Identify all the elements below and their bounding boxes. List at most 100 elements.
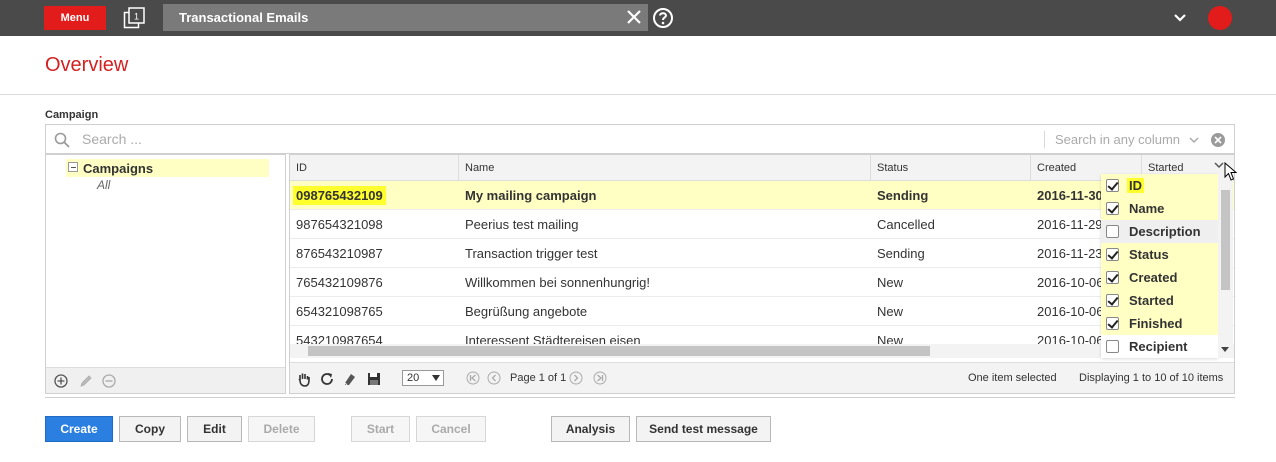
search-input[interactable] — [82, 129, 582, 149]
refresh-icon[interactable] — [319, 371, 335, 387]
column-option-label: Description — [1129, 224, 1201, 239]
collapse-icon[interactable] — [68, 162, 78, 172]
page-size-value: 20 — [407, 372, 420, 384]
page-title: Overview — [45, 54, 129, 76]
send-test-message-button[interactable]: Send test message — [636, 416, 771, 442]
campaign-tree: Campaigns All — [45, 154, 286, 394]
analysis-button[interactable]: Analysis — [551, 416, 630, 442]
mouse-cursor-icon — [1224, 162, 1238, 181]
divider — [1044, 131, 1045, 148]
column-option-name[interactable]: Name — [1101, 197, 1218, 220]
column-header-name[interactable]: Name — [459, 155, 871, 181]
checkbox[interactable] — [1106, 271, 1119, 284]
scrollbar-thumb[interactable] — [1221, 190, 1230, 290]
column-option-recipient[interactable]: Recipient — [1101, 335, 1218, 358]
column-chooser-menu: ID Name Description Status Created Start… — [1101, 174, 1218, 358]
column-option-label: Status — [1129, 247, 1169, 262]
column-option-label: Created — [1129, 270, 1178, 285]
campaign-grid: ID Name Status Created Started 098765432… — [289, 154, 1235, 394]
cell-name: Begrüßung angebote — [465, 304, 588, 319]
checkbox[interactable] — [1106, 248, 1119, 261]
copy-button[interactable]: Copy — [119, 416, 181, 442]
column-option-label: ID — [1127, 178, 1144, 193]
selection-status: One item selected — [968, 372, 1057, 384]
column-option-label: Recipient — [1129, 339, 1188, 354]
column-menu-chevron-icon[interactable] — [1214, 160, 1224, 170]
active-tab[interactable]: Transactional Emails — [163, 4, 648, 31]
search-column-select[interactable]: Search in any column — [1055, 132, 1180, 147]
clear-icon[interactable] — [1210, 132, 1226, 148]
previous-page-icon[interactable] — [487, 371, 501, 385]
checkbox[interactable] — [1106, 179, 1119, 192]
table-row[interactable]: 543210987654 Interessent Städtereisen ei… — [290, 326, 1234, 344]
table-row[interactable]: 654321098765 Begrüßung angebote New 2016… — [290, 297, 1234, 326]
table-row[interactable]: 876543210987 Transaction trigger test Se… — [290, 239, 1234, 268]
tree-label-campaigns[interactable]: Campaigns — [83, 161, 153, 176]
edit-icon[interactable] — [79, 374, 93, 388]
table-row[interactable]: 098765432109 My mailing campaign Sending… — [290, 181, 1234, 210]
column-option-label: Name — [1129, 201, 1165, 216]
column-menu-scrollbar[interactable] — [1218, 174, 1233, 358]
menu-button[interactable]: Menu — [44, 6, 106, 30]
start-button[interactable]: Start — [351, 416, 410, 442]
cell-id: 876543210987 — [296, 246, 383, 261]
chevron-down-icon[interactable] — [1172, 10, 1188, 26]
add-icon[interactable] — [54, 374, 68, 388]
cell-id: 098765432109 — [290, 181, 459, 210]
save-icon[interactable] — [366, 371, 382, 387]
checkbox[interactable] — [1106, 294, 1119, 307]
cell-name: Interessent Städtereisen eisen — [465, 333, 641, 344]
column-option-id[interactable]: ID — [1101, 174, 1218, 197]
create-button[interactable]: Create — [45, 416, 113, 442]
search-bar: Search in any column — [45, 124, 1235, 154]
column-option-created[interactable]: Created — [1101, 266, 1218, 289]
checkbox[interactable] — [1106, 317, 1119, 330]
cell-name: Transaction trigger test — [465, 246, 598, 261]
table-row[interactable]: 765432109876 Willkommen bei sonnenhungri… — [290, 268, 1234, 297]
hand-icon[interactable] — [296, 371, 312, 387]
column-header-id[interactable]: ID — [290, 155, 459, 181]
scroll-down-icon[interactable] — [1221, 347, 1229, 352]
close-icon[interactable] — [624, 7, 644, 27]
scrollbar-thumb[interactable] — [308, 346, 930, 356]
tree-toolbar — [46, 367, 285, 393]
checkbox[interactable] — [1106, 340, 1119, 353]
first-page-icon[interactable] — [466, 371, 480, 385]
cell-name: Peerius test mailing — [465, 217, 579, 232]
edit-button[interactable]: Edit — [187, 416, 242, 442]
cell-id: 765432109876 — [296, 275, 383, 290]
chevron-down-icon[interactable] — [1188, 134, 1200, 146]
column-option-label: Started — [1129, 293, 1174, 308]
last-page-icon[interactable] — [593, 371, 607, 385]
tab-title: Transactional Emails — [179, 10, 309, 25]
cancel-button[interactable]: Cancel — [416, 416, 486, 442]
column-option-finished[interactable]: Finished — [1101, 312, 1218, 335]
column-option-status[interactable]: Status — [1101, 243, 1218, 266]
display-status: Displaying 1 to 10 of 10 items — [1079, 372, 1224, 384]
checkbox[interactable] — [1106, 202, 1119, 215]
windows-icon[interactable]: 1 — [123, 7, 145, 29]
table-row[interactable]: 987654321098 Peerius test mailing Cancel… — [290, 210, 1234, 239]
delete-button[interactable]: Delete — [248, 416, 315, 442]
remove-icon[interactable] — [102, 374, 116, 388]
horizontal-scrollbar[interactable] — [290, 344, 1234, 358]
tree-item-all[interactable]: All — [97, 178, 110, 192]
cell-status: New — [877, 304, 904, 319]
column-option-description[interactable]: Description — [1101, 220, 1218, 243]
column-option-label: Finished — [1129, 316, 1183, 331]
column-option-started[interactable]: Started — [1101, 289, 1218, 312]
next-page-icon[interactable] — [569, 371, 583, 385]
eraser-icon[interactable] — [342, 371, 358, 387]
column-header-status[interactable]: Status — [871, 155, 1031, 181]
cell-status: New — [877, 333, 904, 344]
cell-id: 543210987654 — [296, 333, 383, 344]
page-indicator: Page 1 of 1 — [510, 372, 567, 384]
cell-id: 987654321098 — [296, 217, 383, 232]
cell-name: Willkommen bei sonnenhungrig! — [465, 275, 650, 290]
page-size-select[interactable]: 20 — [402, 370, 444, 386]
window-count: 1 — [134, 12, 139, 22]
cell-status: Sending — [877, 246, 925, 261]
checkbox[interactable] — [1106, 225, 1119, 238]
help-icon[interactable] — [652, 7, 674, 29]
avatar[interactable] — [1208, 6, 1232, 30]
